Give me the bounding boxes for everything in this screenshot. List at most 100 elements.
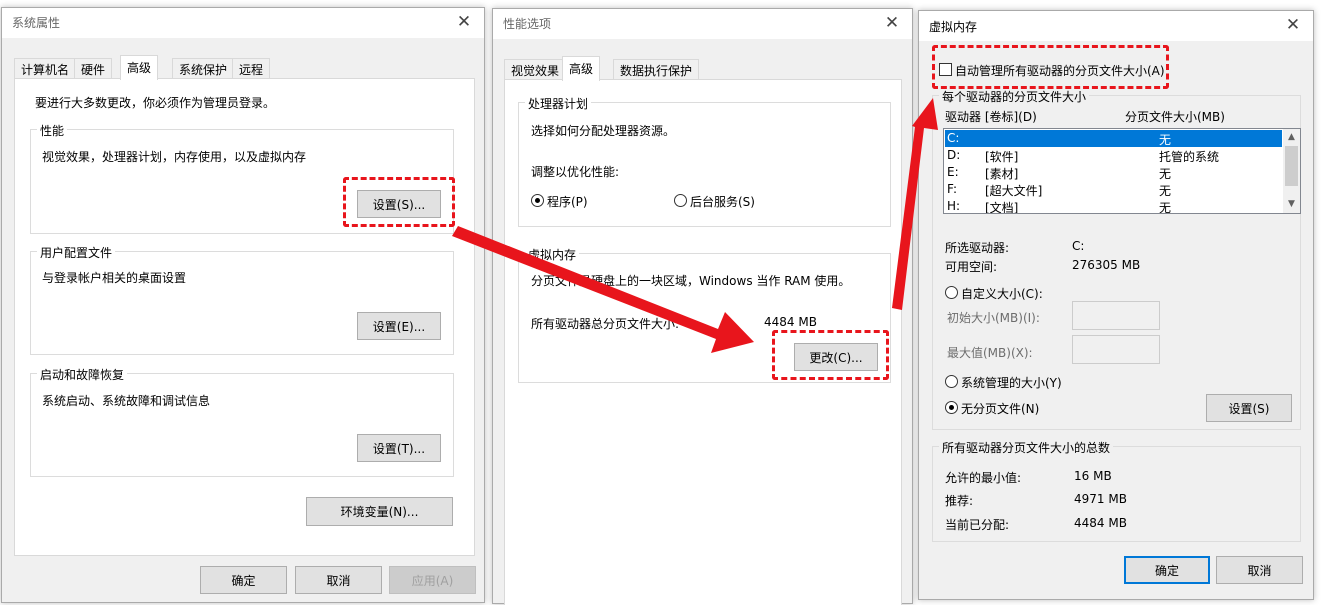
apply-button[interactable]: 应用(A) <box>389 566 476 594</box>
drive-list[interactable]: C: 无 D: [软件] 托管的系统 E: [素材] 无 F: [超大文件] 无… <box>943 128 1301 214</box>
virtual-memory-description: 分页文件是硬盘上的一块区域，Windows 当作 RAM 使用。 <box>531 274 851 288</box>
initial-size-input[interactable] <box>1072 301 1160 330</box>
drive-label: [软件] <box>985 150 1019 164</box>
tab-hardware[interactable]: 硬件 <box>74 58 113 79</box>
ok-button[interactable]: 确定 <box>200 566 287 594</box>
drive-letter: H: <box>947 199 961 213</box>
background-services-radio[interactable] <box>674 194 687 207</box>
selected-drive-value: C: <box>1072 239 1085 253</box>
tab-computer-name[interactable]: 计算机名 <box>14 58 77 79</box>
scroll-thumb[interactable] <box>1285 146 1298 186</box>
list-item[interactable]: C: 无 <box>945 130 1282 147</box>
list-scrollbar[interactable]: ▲ ▼ <box>1283 129 1300 213</box>
max-size-input[interactable] <box>1072 335 1160 364</box>
startup-recovery-description: 系统启动、系统故障和调试信息 <box>42 394 211 408</box>
startup-recovery-title: 启动和故障恢复 <box>37 366 128 383</box>
window-title: 虚拟内存 <box>929 20 978 34</box>
user-profiles-group: 用户配置文件 与登录帐户相关的桌面设置 设置(E)... <box>30 244 454 355</box>
drive-letter: D: <box>947 148 961 162</box>
totals-group: 所有驱动器分页文件大小的总数 允许的最小值: 16 MB 推荐: 4971 MB… <box>932 439 1301 542</box>
tab-remote[interactable]: 远程 <box>232 58 271 79</box>
startup-recovery-group: 启动和故障恢复 系统启动、系统故障和调试信息 设置(T)... <box>30 366 454 477</box>
drive-letter: E: <box>947 165 959 179</box>
processor-scheduling-group: 处理器计划 选择如何分配处理器资源。 调整以优化性能: 程序(P) 后台服务(S… <box>518 95 891 227</box>
system-managed-label[interactable]: 系统管理的大小(Y) <box>961 374 1062 391</box>
tab-visual-effects[interactable]: 视觉效果 <box>504 59 567 80</box>
window-title: 系统属性 <box>12 16 61 30</box>
min-allowed-label: 允许的最小值: <box>945 471 1022 485</box>
per-drive-group: 每个驱动器的分页文件大小 驱动器 [卷标](D) 分页文件大小(MB) C: 无… <box>932 88 1301 430</box>
drive-paging-size: 无 <box>1159 201 1172 214</box>
total-paging-value: 4484 MB <box>764 315 817 329</box>
selected-drive-label: 所选驱动器: <box>945 241 1010 255</box>
virtual-memory-titlebar: 虚拟内存 ✕ <box>919 11 1313 41</box>
user-profiles-title: 用户配置文件 <box>37 244 116 261</box>
drive-paging-size: 无 <box>1159 133 1172 147</box>
free-space-value: 276305 MB <box>1072 258 1141 272</box>
initial-size-label: 初始大小(MB)(I): <box>947 311 1040 325</box>
admin-note: 要进行大多数更改，你必须作为管理员登录。 <box>35 96 276 110</box>
set-button[interactable]: 设置(S) <box>1206 394 1292 422</box>
no-paging-file-radio[interactable] <box>945 401 958 414</box>
performance-options-tabs: 视觉效果 高级 数据执行保护 <box>493 56 912 81</box>
custom-size-label[interactable]: 自定义大小(C): <box>961 285 1043 302</box>
programs-radio[interactable] <box>531 194 544 207</box>
window-title: 性能选项 <box>503 17 552 31</box>
close-icon[interactable]: ✕ <box>1283 14 1303 36</box>
list-item[interactable]: D: [软件] 托管的系统 <box>945 147 1282 164</box>
free-space-label: 可用空间: <box>945 260 998 274</box>
min-allowed-value: 16 MB <box>1074 469 1112 483</box>
list-item[interactable]: E: [素材] 无 <box>945 164 1282 181</box>
programs-label[interactable]: 程序(P) <box>547 193 588 210</box>
user-profiles-settings-button[interactable]: 设置(E)... <box>357 312 441 340</box>
column-header-drive: 驱动器 [卷标](D) <box>945 110 1037 124</box>
scroll-up-icon[interactable]: ▲ <box>1283 129 1300 146</box>
adjust-for-label: 调整以优化性能: <box>531 165 620 179</box>
performance-description: 视觉效果，处理器计划，内存使用，以及虚拟内存 <box>42 150 307 164</box>
drive-label: [文档] <box>985 201 1019 214</box>
cancel-button[interactable]: 取消 <box>295 566 382 594</box>
performance-settings-button[interactable]: 设置(S)... <box>357 190 441 218</box>
virtual-memory-group: 虚拟内存 分页文件是硬盘上的一块区域，Windows 当作 RAM 使用。 所有… <box>518 246 891 383</box>
performance-options-titlebar: 性能选项 ✕ <box>493 9 912 39</box>
tab-advanced[interactable]: 高级 <box>562 56 601 81</box>
change-button[interactable]: 更改(C)... <box>794 343 878 371</box>
tab-system-protection[interactable]: 系统保护 <box>172 58 235 79</box>
background-services-label[interactable]: 后台服务(S) <box>690 193 755 210</box>
environment-variables-button[interactable]: 环境变量(N)... <box>306 497 453 526</box>
system-properties-window: 系统属性 ✕ 计算机名 硬件 高级 系统保护 远程 要进行大多数更改，你必须作为… <box>1 7 485 603</box>
drive-paging-size: 无 <box>1159 167 1172 181</box>
per-drive-title: 每个驱动器的分页文件大小 <box>939 88 1090 105</box>
system-properties-titlebar: 系统属性 ✕ <box>2 8 484 38</box>
close-icon[interactable]: ✕ <box>454 11 474 33</box>
close-icon[interactable]: ✕ <box>882 12 902 34</box>
list-item[interactable]: F: [超大文件] 无 <box>945 181 1282 198</box>
cancel-button[interactable]: 取消 <box>1216 556 1303 584</box>
ok-button[interactable]: 确定 <box>1124 556 1210 584</box>
auto-manage-checkbox[interactable] <box>939 63 952 76</box>
advanced-panel: 处理器计划 选择如何分配处理器资源。 调整以优化性能: 程序(P) 后台服务(S… <box>504 79 902 605</box>
performance-options-window: 性能选项 ✕ 视觉效果 高级 数据执行保护 处理器计划 选择如何分配处理器资源。… <box>492 8 913 605</box>
tab-advanced[interactable]: 高级 <box>120 55 159 80</box>
max-size-label: 最大值(MB)(X): <box>947 346 1033 360</box>
performance-title: 性能 <box>37 122 68 139</box>
total-paging-label: 所有驱动器总分页文件大小: <box>531 317 680 331</box>
drive-letter: F: <box>947 182 958 196</box>
drive-letter: C: <box>947 131 960 145</box>
scroll-down-icon[interactable]: ▼ <box>1283 196 1300 213</box>
list-item[interactable]: H: [文档] 无 <box>945 198 1282 214</box>
startup-recovery-settings-button[interactable]: 设置(T)... <box>357 434 441 462</box>
performance-group: 性能 视觉效果，处理器计划，内存使用，以及虚拟内存 设置(S)... <box>30 122 454 234</box>
user-profiles-description: 与登录帐户相关的桌面设置 <box>42 271 187 285</box>
tab-dep[interactable]: 数据执行保护 <box>613 59 700 80</box>
advanced-panel: 要进行大多数更改，你必须作为管理员登录。 性能 视觉效果，处理器计划，内存使用，… <box>14 78 475 556</box>
column-header-size: 分页文件大小(MB) <box>1125 110 1225 124</box>
auto-manage-label[interactable]: 自动管理所有驱动器的分页文件大小(A) <box>955 62 1165 79</box>
no-paging-file-label[interactable]: 无分页文件(N) <box>961 400 1039 417</box>
custom-size-radio[interactable] <box>945 286 958 299</box>
system-managed-radio[interactable] <box>945 375 958 388</box>
drive-paging-size: 托管的系统 <box>1159 150 1220 164</box>
drive-paging-size: 无 <box>1159 184 1172 198</box>
allocated-label: 当前已分配: <box>945 518 1010 532</box>
allocated-value: 4484 MB <box>1074 516 1127 530</box>
